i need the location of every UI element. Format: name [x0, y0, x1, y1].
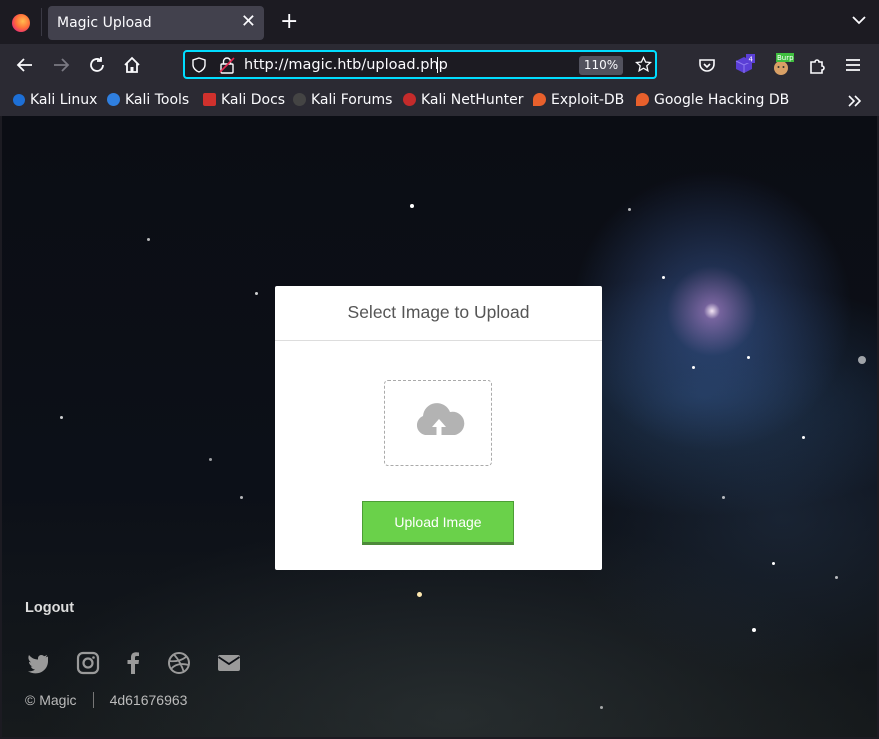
bookmark-label: Exploit-DB	[551, 92, 625, 108]
bookmark-label: Kali NetHunter	[421, 92, 524, 108]
tab-title: Magic Upload	[57, 15, 152, 31]
dribbble-icon[interactable]	[166, 650, 192, 676]
new-tab-plus-icon[interactable]: +	[280, 10, 298, 34]
image-dropzone[interactable]	[384, 380, 492, 466]
bookmark-kali-forums[interactable]: Kali Forums	[293, 92, 392, 108]
copyright-text: © Magic	[25, 692, 77, 708]
star	[147, 238, 150, 241]
tab-bar: Magic Upload ✕ +	[0, 0, 879, 44]
url-input[interactable]: http://magic.htb/upload.php	[244, 57, 448, 73]
page-content: Select Image to Upload Upload Image Logo…	[2, 116, 877, 737]
footer-hash: 4d61676963	[109, 692, 188, 708]
upload-card: Select Image to Upload Upload Image	[275, 286, 602, 570]
svg-text:4: 4	[749, 56, 754, 64]
star	[835, 576, 838, 579]
facebook-icon[interactable]	[120, 650, 146, 676]
chevron-down-icon[interactable]	[851, 12, 867, 28]
chevron-double-right-icon[interactable]	[847, 94, 863, 108]
footer: © Magic 4d61676963	[25, 692, 187, 708]
kali-nethunter-icon	[403, 93, 416, 106]
star	[628, 208, 631, 211]
forward-arrow-icon[interactable]	[50, 54, 72, 76]
star	[722, 496, 725, 499]
bookmark-exploit-db[interactable]: Exploit-DB	[533, 92, 624, 108]
star	[209, 458, 212, 461]
divider	[275, 340, 602, 341]
bookmark-kali-linux[interactable]: Kali Linux	[13, 92, 97, 108]
extension-cube-icon[interactable]: 4	[733, 54, 755, 76]
star	[410, 204, 414, 208]
upload-card-title: Select Image to Upload	[347, 302, 530, 322]
tab-magic-upload[interactable]: Magic Upload ✕	[48, 6, 264, 40]
kali-docs-icon	[203, 93, 216, 106]
star	[240, 496, 243, 499]
shield-icon[interactable]	[191, 57, 207, 73]
instagram-icon[interactable]	[75, 650, 101, 676]
footer-divider	[92, 692, 94, 708]
bookmark-label: Kali Forums	[311, 92, 393, 108]
star	[417, 592, 422, 597]
star	[692, 366, 695, 369]
reload-icon[interactable]	[86, 54, 108, 76]
firefox-logo-icon[interactable]	[12, 14, 30, 32]
hamburger-menu-icon[interactable]	[842, 54, 864, 76]
star	[772, 562, 775, 565]
bookmark-label: Kali Docs	[221, 92, 286, 108]
star	[858, 356, 866, 364]
star	[747, 356, 750, 359]
kali-tools-icon	[107, 93, 120, 106]
bookmark-google-hacking-db[interactable]: Google Hacking DB	[636, 92, 789, 108]
burp-extension-icon[interactable]: Burp	[770, 51, 794, 77]
star	[255, 292, 258, 295]
bookmark-label: Google Hacking DB	[654, 92, 790, 108]
logout-link[interactable]: Logout	[25, 600, 74, 616]
bookmark-label: Kali Tools	[125, 92, 190, 108]
back-arrow-icon[interactable]	[14, 54, 36, 76]
zoom-indicator[interactable]: 110%	[579, 56, 623, 75]
bookmark-kali-docs[interactable]: Kali Docs	[203, 92, 285, 108]
close-icon[interactable]: ✕	[241, 12, 256, 32]
bookmark-kali-tools[interactable]: Kali Tools	[107, 92, 189, 108]
star	[752, 628, 756, 632]
star	[662, 276, 665, 279]
ghdb-icon	[636, 93, 649, 106]
cloud-upload-icon	[416, 403, 465, 435]
home-icon[interactable]	[121, 54, 143, 76]
url-bar[interactable]: http://magic.htb/upload.php 110%	[183, 50, 657, 79]
star	[60, 416, 63, 419]
star	[802, 436, 805, 439]
twitter-icon[interactable]	[25, 650, 51, 676]
bookmark-label: Kali Linux	[30, 92, 98, 108]
star	[600, 706, 603, 709]
svg-text:Burp: Burp	[777, 54, 794, 62]
text-cursor	[437, 57, 438, 73]
tab-separator	[41, 8, 42, 36]
insecure-lock-icon[interactable]	[219, 56, 235, 74]
bookmarks-toolbar: Kali Linux Kali Tools Kali Docs Kali For…	[0, 86, 879, 116]
pocket-icon[interactable]	[696, 54, 718, 76]
upload-image-button[interactable]: Upload Image	[362, 501, 514, 545]
kali-forums-icon	[293, 93, 306, 106]
bookmark-star-icon[interactable]	[635, 56, 652, 73]
puzzle-extensions-icon[interactable]	[806, 54, 828, 76]
envelope-icon[interactable]	[216, 650, 242, 676]
kali-dragon-icon	[13, 94, 25, 106]
bookmark-kali-nethunter[interactable]: Kali NetHunter	[403, 92, 523, 108]
exploit-db-icon	[533, 93, 546, 106]
